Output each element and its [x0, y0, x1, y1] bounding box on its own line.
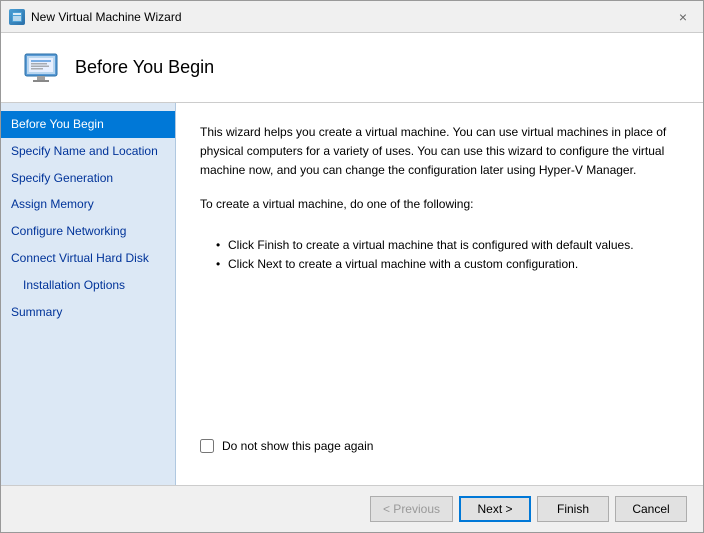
- instruction-paragraph: To create a virtual machine, do one of t…: [200, 195, 679, 214]
- previous-button[interactable]: < Previous: [370, 496, 453, 522]
- bullet-list: Click Finish to create a virtual machine…: [216, 236, 679, 274]
- content-spacer: [200, 274, 679, 439]
- main-content: This wizard helps you create a virtual m…: [176, 103, 703, 485]
- do-not-show-checkbox[interactable]: [200, 439, 214, 453]
- cancel-button[interactable]: Cancel: [615, 496, 687, 522]
- wizard-window: New Virtual Machine Wizard × Before You …: [0, 0, 704, 533]
- sidebar-item-installation[interactable]: Installation Options: [1, 272, 175, 299]
- page-title: Before You Begin: [75, 57, 214, 78]
- sidebar-item-networking[interactable]: Configure Networking: [1, 218, 175, 245]
- title-bar: New Virtual Machine Wizard ×: [1, 1, 703, 33]
- header-icon: [21, 48, 61, 88]
- checkbox-row: Do not show this page again: [200, 439, 679, 453]
- sidebar-item-generation[interactable]: Specify Generation: [1, 165, 175, 192]
- next-button[interactable]: Next >: [459, 496, 531, 522]
- wizard-body: Before You Begin Specify Name and Locati…: [1, 103, 703, 485]
- sidebar-item-memory[interactable]: Assign Memory: [1, 191, 175, 218]
- bullet-item-next: Click Next to create a virtual machine w…: [216, 255, 679, 274]
- bullet-item-finish: Click Finish to create a virtual machine…: [216, 236, 679, 255]
- finish-button[interactable]: Finish: [537, 496, 609, 522]
- close-button[interactable]: ×: [671, 5, 695, 29]
- checkbox-label[interactable]: Do not show this page again: [222, 439, 373, 453]
- sidebar-item-name-location[interactable]: Specify Name and Location: [1, 138, 175, 165]
- footer: < Previous Next > Finish Cancel: [1, 485, 703, 532]
- window-title: New Virtual Machine Wizard: [31, 10, 671, 24]
- sidebar: Before You Begin Specify Name and Locati…: [1, 103, 176, 485]
- window-icon: [9, 9, 25, 25]
- intro-paragraph: This wizard helps you create a virtual m…: [200, 123, 679, 181]
- wizard-header: Before You Begin: [1, 33, 703, 103]
- sidebar-item-summary[interactable]: Summary: [1, 299, 175, 326]
- sidebar-item-hard-disk[interactable]: Connect Virtual Hard Disk: [1, 245, 175, 272]
- sidebar-item-before-you-begin[interactable]: Before You Begin: [1, 111, 175, 138]
